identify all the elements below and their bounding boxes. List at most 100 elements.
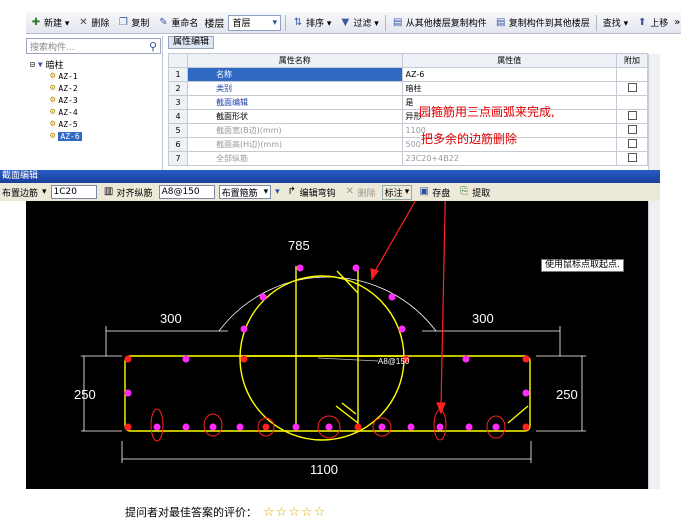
tree-item-az-4[interactable]: ⚙ AZ-4 xyxy=(30,106,82,118)
extra-checkbox[interactable] xyxy=(627,153,637,162)
gear-icon: ⚙ xyxy=(50,95,56,105)
dim-text-250-right: 250 xyxy=(556,387,578,402)
dim-text-250-left: 250 xyxy=(74,387,96,402)
chevron-down-icon[interactable]: ▾ xyxy=(42,187,47,197)
table-row[interactable]: 1 名称 AZ-6 xyxy=(167,67,648,82)
edge-rebar xyxy=(522,389,530,397)
tree-item-az-1[interactable]: ⚙ AZ-1 xyxy=(30,70,82,82)
properties-scrollbar[interactable] xyxy=(648,54,660,170)
new-button[interactable]: ✚ 新建 ▾ xyxy=(28,16,71,30)
chevron-down-icon: ▾ xyxy=(272,17,277,28)
corner-rebar xyxy=(522,423,530,431)
chevron-down-icon[interactable]: ▾ xyxy=(275,187,280,197)
table-row[interactable]: 4 截面形状 异形 xyxy=(167,109,648,124)
copy-from-floor-button[interactable]: ▤ 从其他楼层复制构件 xyxy=(390,16,489,30)
section-outline xyxy=(124,266,531,441)
align-icon: ▥ xyxy=(103,186,114,197)
dimension-texts: 785 300 300 250 250 1100 A8@150 xyxy=(74,238,578,477)
extra-checkbox[interactable] xyxy=(627,125,637,134)
tab-property-edit[interactable]: 属性编辑 xyxy=(168,36,215,49)
search-icon[interactable]: ⚲ xyxy=(149,40,157,53)
floor-select[interactable]: 首层 ▾ xyxy=(228,14,281,31)
circle-rebar xyxy=(240,325,248,333)
tree-root[interactable]: ⊟ ▼ 暗柱 xyxy=(30,58,82,71)
delete-icon: ✕ xyxy=(345,186,354,197)
sort-icon: ⇅ xyxy=(293,16,303,28)
rating-row: 提问者对最佳答案的评价： ☆☆☆☆☆ xyxy=(125,504,326,520)
hook xyxy=(507,405,529,424)
corner-rebar xyxy=(522,355,530,363)
sort-button[interactable]: ⇅ 排序 ▾ xyxy=(290,16,333,30)
canvas-scrollbar[interactable] xyxy=(648,201,660,489)
search-placeholder: 搜索构件... xyxy=(30,42,75,53)
hook xyxy=(336,270,359,294)
dim-text-785: 785 xyxy=(288,238,310,253)
tree-item-az-6[interactable]: ⚙ AZ-6 xyxy=(30,130,82,142)
table-row[interactable]: 5 截面宽(B边)(mm) 1100 xyxy=(167,123,648,138)
hook-icon: ↱ xyxy=(287,186,296,197)
edge-rebar-label[interactable]: 布置边筋 xyxy=(2,186,38,199)
edge-rebar xyxy=(236,423,244,431)
delete-button[interactable]: ✕ 删除 xyxy=(75,16,111,30)
extract-button[interactable]: ⎘ 提取 xyxy=(456,186,492,199)
arrow-head xyxy=(436,402,446,415)
collapse-icon[interactable]: ⊟ xyxy=(30,60,35,69)
corner-rebar xyxy=(124,355,132,363)
circle-rebar xyxy=(259,293,267,301)
gear-icon: ⚙ xyxy=(50,119,56,129)
edge-rebar xyxy=(492,423,500,431)
edge-rebar xyxy=(153,423,161,431)
hook xyxy=(335,405,359,424)
copy-button[interactable]: ❐ 复制 xyxy=(115,16,151,30)
stirrup-input[interactable]: A8@150 xyxy=(158,185,215,199)
edge-rebar xyxy=(462,355,470,363)
find-button[interactable]: 查找 ▾ xyxy=(601,16,630,29)
outer-stirrup xyxy=(124,355,531,432)
table-row[interactable]: 7 全部纵筋 23C20+4B22 xyxy=(167,151,648,166)
header-name: 属性名称 xyxy=(187,53,403,68)
corner-rebar xyxy=(124,423,132,431)
copy-to-floor-button[interactable]: ▤ 复制构件到其他楼层 xyxy=(493,16,592,30)
tree-item-az-3[interactable]: ⚙ AZ-3 xyxy=(30,94,82,106)
edge-rebar xyxy=(292,423,300,431)
dim-arc xyxy=(218,276,437,332)
corner-rebar xyxy=(240,355,248,363)
copy-floor-icon: ▤ xyxy=(393,16,403,28)
search-input[interactable]: 搜索构件... ⚲ xyxy=(26,38,161,54)
table-row[interactable]: 3 截面编辑 是 xyxy=(167,95,648,110)
edge-rebar xyxy=(262,423,270,431)
gear-icon: ⚙ xyxy=(50,107,56,117)
tree-item-az-2[interactable]: ⚙ AZ-2 xyxy=(30,82,82,94)
extra-checkbox[interactable] xyxy=(627,111,637,120)
extract-icon: ⎘ xyxy=(460,186,469,197)
extra-checkbox[interactable] xyxy=(627,83,637,92)
drawing-canvas[interactable]: 785 300 300 250 250 1100 A8@150 xyxy=(26,201,648,489)
annotation-note-1: 园箍筋用三点画弧来完成, xyxy=(419,105,555,119)
edge-rebar xyxy=(209,423,217,431)
move-up-button[interactable]: ⬆ 上移 xyxy=(634,16,670,30)
tree-item-az-5[interactable]: ⚙ AZ-5 xyxy=(30,118,82,130)
align-rebar-button[interactable]: ▥ 对齐纵筋 xyxy=(101,186,155,199)
table-row[interactable]: 2 类别 暗柱 xyxy=(167,81,648,96)
annotation-note-2: 把多余的边筋删除 xyxy=(421,132,518,146)
save-button[interactable]: ▣ 存盘 xyxy=(416,186,452,199)
extra-checkbox[interactable] xyxy=(627,139,637,148)
dimension-button[interactable]: 标注 ▾ xyxy=(381,184,413,200)
edge-rebar-input[interactable]: 1C20 xyxy=(50,185,97,199)
header-num xyxy=(167,53,189,68)
circle-rebar xyxy=(398,325,406,333)
table-row[interactable]: 6 截面高(H边)(mm) 500 xyxy=(167,137,648,152)
properties-table: 属性名称 属性值 附加 1 名称 AZ-6 2 类别 暗柱 3 截面编辑 是 4… xyxy=(167,53,648,166)
place-stirrup-select[interactable]: 布置箍筋 ▾ xyxy=(218,185,272,199)
circle-rebar xyxy=(296,264,304,272)
delete-icon: ✕ xyxy=(79,16,88,28)
delete-rebar-button[interactable]: ✕ 删除 xyxy=(342,186,378,199)
more-icon[interactable]: » xyxy=(674,17,680,28)
rename-button[interactable]: ✎ 重命名 xyxy=(155,16,200,30)
edge-rebar xyxy=(436,423,444,431)
filter-button[interactable]: ▼ 过滤 ▾ xyxy=(337,16,380,30)
gear-icon: ⚙ xyxy=(50,131,56,141)
edge-rebar xyxy=(378,423,386,431)
gear-icon: ⚙ xyxy=(50,71,56,81)
edit-hook-button[interactable]: ↱ 编辑弯钩 xyxy=(284,186,338,199)
